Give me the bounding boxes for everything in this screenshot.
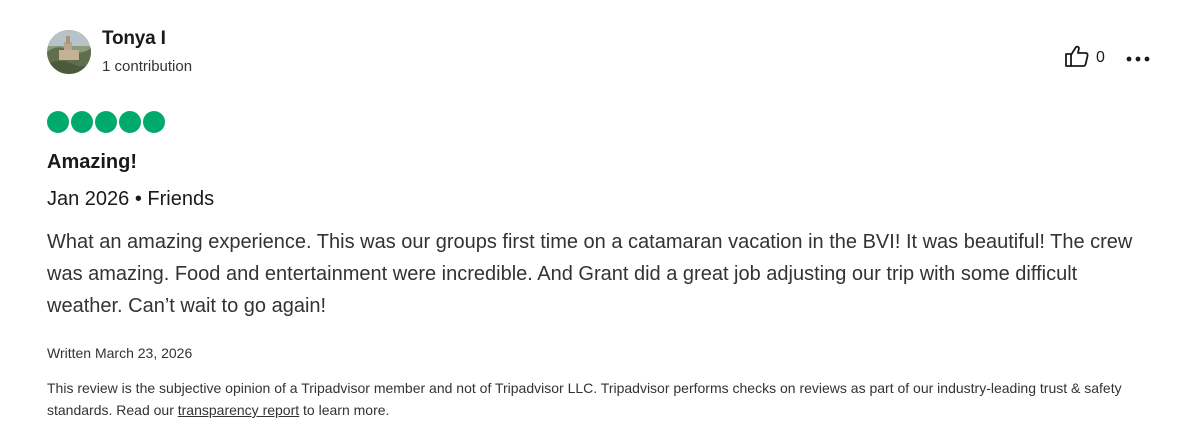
thumbs-up-icon <box>1064 44 1090 73</box>
disclaimer-text-end: to learn more. <box>299 402 390 418</box>
written-date: Written March 23, 2026 <box>47 345 193 361</box>
rating-bubble <box>95 111 117 133</box>
avatar[interactable] <box>47 30 91 74</box>
helpful-vote-button[interactable]: 0 <box>1064 44 1105 72</box>
disclaimer: This review is the subjective opinion of… <box>47 377 1127 421</box>
contribution-count: 1 contribution <box>102 58 193 75</box>
rating-bubble <box>71 111 93 133</box>
more-options-button[interactable] <box>1124 44 1152 72</box>
rating-bubbles <box>47 111 165 133</box>
helpful-count: 0 <box>1096 49 1105 66</box>
review-meta: Jan 2026 • Friends <box>47 188 215 210</box>
review-card: Tonya I 1 contribution 0 Amazing! Jan 20… <box>0 0 1200 441</box>
review-title[interactable]: Amazing! <box>47 151 137 174</box>
review-body: What an amazing experience. This was our… <box>47 231 1133 317</box>
rating-bubble <box>143 111 165 133</box>
rating-bubble <box>47 111 69 133</box>
more-options-icon <box>1126 49 1150 67</box>
rating-bubble <box>119 111 141 133</box>
username[interactable]: Tonya I <box>102 28 166 50</box>
transparency-report-link[interactable]: transparency report <box>178 402 299 418</box>
